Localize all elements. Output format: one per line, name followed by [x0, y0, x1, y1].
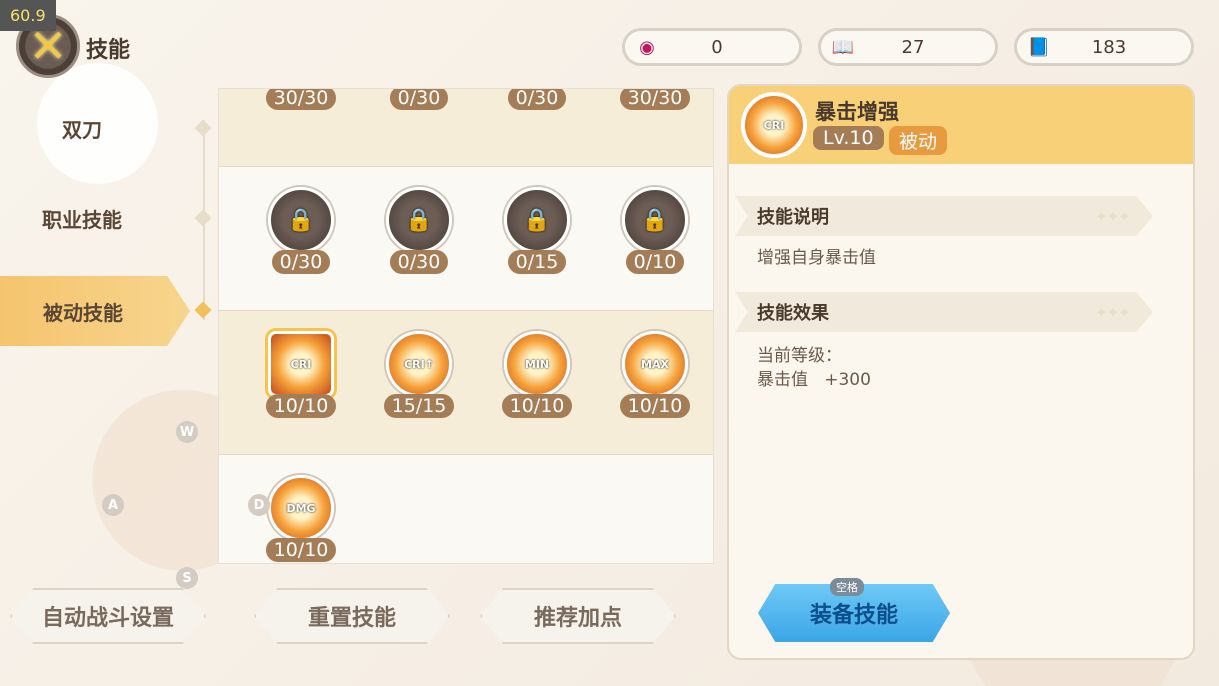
- sparkle-decoration-icon: ✦✦✦: [1094, 206, 1131, 226]
- skill-slot[interactable]: 🔒 0/10: [618, 187, 692, 274]
- resource-counter-gem: ◉ 0: [622, 28, 802, 66]
- lock-icon: 🔒: [287, 207, 315, 233]
- lock-icon: 🔒: [523, 207, 551, 233]
- skill-level: 0/30: [389, 250, 449, 274]
- skill-slot[interactable]: 🔒 0/15: [500, 187, 574, 274]
- skill-type-badge: 被动: [889, 126, 948, 155]
- key-hint-s: S: [176, 567, 198, 589]
- skill-slot[interactable]: CRI↑ 15/15: [382, 331, 456, 418]
- key-hint-a: A: [102, 494, 124, 516]
- key-hint-d: D: [248, 494, 270, 516]
- skill-slot[interactable]: UP0/30: [500, 89, 574, 110]
- skill-level: 0/30: [507, 89, 567, 110]
- skill-slot[interactable]: UP30/30: [264, 89, 338, 110]
- skill-icon: 🔒: [622, 187, 688, 253]
- skill-icon: CRI↑: [386, 331, 452, 397]
- resource-value: 27: [901, 36, 925, 58]
- skill-level: 15/15: [383, 394, 455, 418]
- tab-passive-skills[interactable]: 被动技能: [0, 276, 190, 346]
- skill-detail-panel: CRI 暴击增强 Lv.10 被动 技能说明 ✦✦✦ 增强自身暴击值 技能效果 ✦✦…: [727, 84, 1195, 660]
- skill-level: 10/10: [619, 394, 691, 418]
- skill-icon: 🔒: [504, 187, 570, 253]
- skill-grid: UP30/30 UP0/30 UP0/30 UP30/30 🔒 0/30 🔒 0/3…: [218, 88, 714, 564]
- skill-level: 10/10: [265, 394, 337, 418]
- description-section-header: 技能说明 ✦✦✦: [735, 196, 1153, 236]
- skill-slot[interactable]: MAX 10/10: [618, 331, 692, 418]
- tab-label: 职业技能: [42, 207, 122, 232]
- skill-level: 10/10: [265, 538, 337, 562]
- sparkle-decoration-icon: ✦✦✦: [1094, 302, 1131, 322]
- skill-icon: MIN: [504, 331, 570, 397]
- tab-class-skills[interactable]: 职业技能: [0, 188, 164, 248]
- purple-book-icon: 📘: [1027, 36, 1051, 58]
- target-gem-icon: ◉: [639, 36, 655, 58]
- key-hint-w: W: [176, 421, 198, 443]
- skill-level: 0/30: [271, 250, 331, 274]
- skill-description: 增强自身暴击值: [757, 248, 876, 268]
- resource-counter-purple-book: 📘 183: [1014, 28, 1194, 66]
- tab-dual-blades[interactable]: 双刀: [0, 98, 164, 158]
- effect-level-label: 当前等级：: [757, 346, 842, 366]
- skill-level: 30/30: [619, 89, 691, 110]
- skill-row: UP30/30 UP0/30 UP0/30 UP30/30: [219, 89, 713, 167]
- skill-icon: CRI: [268, 331, 334, 397]
- skill-slot-selected[interactable]: CRI 10/10: [264, 331, 338, 418]
- skill-slot[interactable]: UP0/30: [382, 89, 456, 110]
- skill-icon: DMG: [268, 475, 334, 541]
- section-title: 技能效果: [757, 303, 829, 324]
- hotkey-hint: 空格: [830, 578, 864, 596]
- skill-row: DMG 10/10: [219, 455, 713, 563]
- skill-level-badge: Lv.10: [813, 126, 884, 150]
- lock-icon: 🔒: [405, 207, 433, 233]
- skill-level: 0/30: [389, 89, 449, 110]
- skill-row: CRI 10/10 CRI↑ 15/15 MIN 10/10 MAX 10/10: [219, 311, 713, 455]
- skill-icon: 🔒: [268, 187, 334, 253]
- section-title: 技能说明: [757, 207, 829, 228]
- resource-value: 183: [1091, 36, 1127, 58]
- skill-slot[interactable]: MIN 10/10: [500, 331, 574, 418]
- resource-counter-book: 📖 27: [818, 28, 998, 66]
- skill-icon: 🔒: [386, 187, 452, 253]
- skill-level: 0/15: [507, 250, 567, 274]
- skill-slot[interactable]: DMG 10/10: [264, 475, 338, 562]
- skill-level: 10/10: [501, 394, 573, 418]
- fps-counter: 60.9: [0, 0, 56, 31]
- page-title: 技能: [86, 38, 131, 63]
- resource-value: 0: [711, 36, 723, 58]
- skill-slot[interactable]: 🔒 0/30: [264, 187, 338, 274]
- skill-book-icon: 📖: [831, 36, 855, 58]
- skill-level: 0/10: [625, 250, 685, 274]
- lock-icon: 🔒: [641, 207, 669, 233]
- skill-slot[interactable]: UP30/30: [618, 89, 692, 110]
- skill-slot[interactable]: 🔒 0/30: [382, 187, 456, 274]
- skill-row: 🔒 0/30 🔒 0/30 🔒 0/15 🔒 0/10: [219, 167, 713, 311]
- auto-battle-settings-button[interactable]: 自动战斗设置: [10, 588, 206, 644]
- tab-label: 被动技能: [43, 300, 123, 325]
- effect-section-header: 技能效果 ✦✦✦: [735, 292, 1153, 332]
- reset-skills-button[interactable]: 重置技能: [254, 588, 450, 644]
- effect-value: 暴击值 +300: [757, 370, 871, 390]
- skill-icon: MAX: [622, 331, 688, 397]
- skill-level: 30/30: [265, 89, 337, 110]
- recommend-points-button[interactable]: 推荐加点: [480, 588, 676, 644]
- selected-skill-icon: CRI: [741, 92, 807, 158]
- tab-label: 双刀: [62, 117, 102, 142]
- skill-name: 暴击增强: [815, 100, 899, 124]
